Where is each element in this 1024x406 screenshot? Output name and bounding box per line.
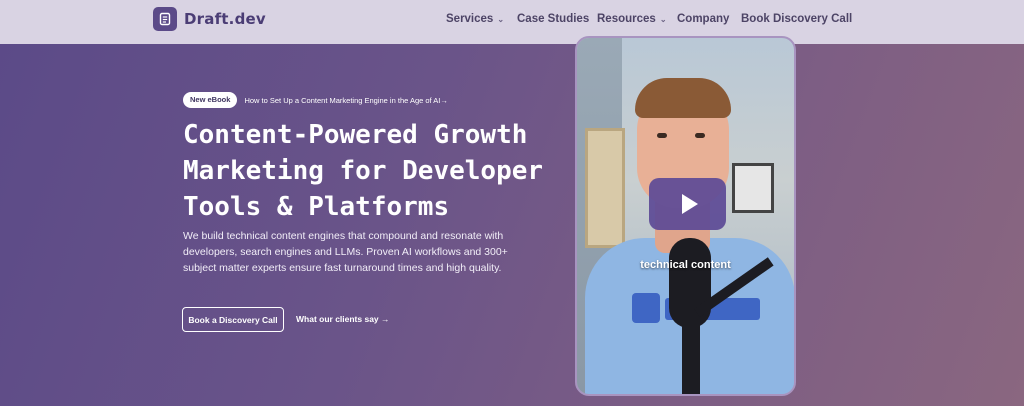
nav-item-book-discovery-call[interactable]: Book Discovery Call bbox=[741, 13, 852, 25]
brand-name: Draft.dev bbox=[184, 10, 266, 28]
nav-item-resources[interactable]: Resources ⌄ bbox=[597, 13, 667, 25]
document-icon bbox=[153, 7, 177, 31]
play-icon bbox=[681, 194, 698, 214]
hero-subtext: We build technical content engines that … bbox=[183, 230, 508, 274]
shirt-logo bbox=[632, 293, 660, 323]
nav-item-company[interactable]: Company bbox=[677, 13, 729, 25]
microphone bbox=[669, 238, 711, 328]
nav-item-services[interactable]: Services ⌄ bbox=[446, 13, 504, 25]
ebook-announcement[interactable]: New eBook How to Set Up a Content Market… bbox=[183, 92, 448, 108]
video-player[interactable]: technical content bbox=[575, 36, 796, 396]
top-navbar: Draft.dev Services ⌄ Case Studies Resour… bbox=[0, 0, 1024, 44]
book-discovery-call-button[interactable]: Book a Discovery Call bbox=[182, 307, 284, 332]
chevron-down-icon: ⌄ bbox=[497, 14, 505, 24]
new-ebook-badge: New eBook bbox=[183, 92, 238, 108]
video-person-eye bbox=[657, 133, 667, 138]
video-caption: technical content bbox=[640, 259, 731, 271]
chevron-down-icon: ⌄ bbox=[659, 14, 667, 24]
play-button[interactable] bbox=[649, 178, 726, 230]
ebook-link[interactable]: How to Set Up a Content Marketing Engine… bbox=[244, 96, 447, 105]
video-door bbox=[585, 128, 625, 248]
microphone-stand bbox=[682, 318, 700, 394]
video-picture-frame bbox=[732, 163, 774, 213]
video-person-hair bbox=[635, 78, 731, 118]
nav-item-case-studies[interactable]: Case Studies bbox=[517, 13, 589, 25]
video-person-eye bbox=[695, 133, 705, 138]
brand-logo[interactable]: Draft.dev bbox=[153, 7, 266, 31]
client-testimonials-link[interactable]: What our clients say → bbox=[296, 314, 390, 324]
hero-headline: Content-Powered Growth Marketing for Dev… bbox=[183, 120, 544, 222]
